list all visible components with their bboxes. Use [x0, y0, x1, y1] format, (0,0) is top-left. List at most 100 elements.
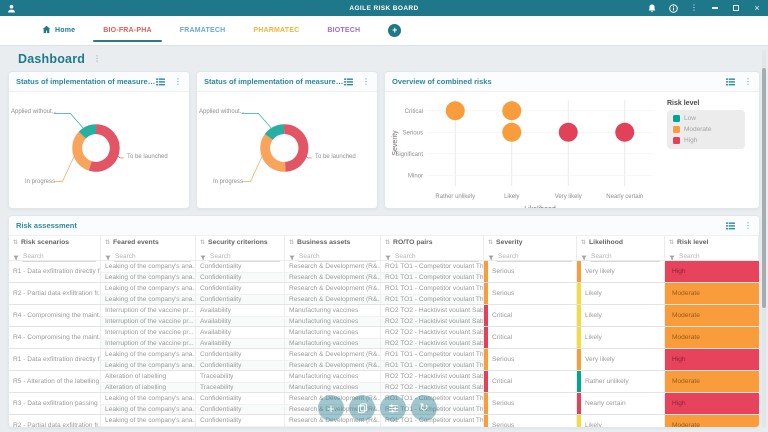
table-icon[interactable] — [726, 217, 735, 235]
roto-pair-cell: RO2 TO2 - Hacktivist voulant Sab... — [381, 305, 484, 316]
security-criterion-cell: Confidentiality — [196, 283, 285, 294]
kebab-menu-icon[interactable]: ⋮ — [744, 78, 752, 86]
refresh-fab[interactable]: ↻ — [411, 395, 437, 421]
sort-icon: ⇅ — [488, 239, 493, 246]
bell-icon[interactable] — [647, 3, 657, 13]
column-header-feared-events[interactable]: ⇅Feared events — [101, 236, 196, 248]
tab-bio-fra-pha[interactable]: BIO-FRA-PHA — [89, 16, 165, 45]
donut-panel-1: Status of implementation of measures at … — [8, 71, 190, 209]
severity-cell: Serious — [484, 393, 577, 414]
add-tab-button[interactable]: + — [388, 24, 401, 37]
business-asset-cell: Manufacturing vaccines — [285, 305, 381, 316]
feared-event-cell: Leaking of the company's ana... — [101, 283, 196, 294]
kebab-menu-icon[interactable]: ⋮ — [362, 78, 370, 86]
column-header-severity[interactable]: ⇅Severity — [484, 236, 577, 248]
sliders-fab[interactable] — [380, 395, 406, 421]
copy-icon — [357, 403, 368, 414]
tab-pharmatec[interactable]: PHARMATEC — [239, 16, 313, 45]
donut-chart: To be launchedIn progressApplied without… — [197, 92, 377, 208]
app-window: AGILE RISK BOARD ⋮ × Home BIO-FRA-PHA FR… — [0, 0, 768, 432]
security-criterion-cell: Confidentiality — [196, 294, 285, 305]
table-icon[interactable] — [344, 73, 353, 91]
tab-label: BIOTECH — [327, 27, 360, 34]
feared-event-cell: Leaking of the company's ana... — [101, 404, 196, 415]
info-icon[interactable] — [668, 3, 678, 13]
risk-level-cell: Moderate — [665, 415, 759, 427]
security-criterion-cell: Availability — [196, 338, 285, 349]
tab-label: PHARMATEC — [253, 27, 299, 34]
table-row-group[interactable]: R1 - Data exfiltration directly fr...Lea… — [9, 261, 759, 282]
roto-pair-cell: RO2 TO2 - Hacktivist voulant Sab... — [381, 327, 484, 338]
bubble-panel: Overview of combined risks ⋮ Rather unli… — [384, 71, 760, 209]
severity-cell: Serious — [484, 261, 577, 282]
home-icon — [42, 25, 51, 36]
table-row-group[interactable]: R4 - Compromising the maint...Interrupti… — [9, 326, 759, 348]
page-title: Dashboard — [18, 52, 85, 66]
table-row-group[interactable]: R4 - Compromising the maint...Interrupti… — [9, 304, 759, 326]
add-fab[interactable]: + — [318, 395, 344, 421]
donut-label: Applied without... — [11, 109, 57, 115]
risk-assessment-panel: Risk assessment ⋮ ⇅Risk scenarios⇅Feared… — [8, 215, 760, 428]
table-row-group[interactable]: R2 - Partial data exfiltration fr...Leak… — [9, 282, 759, 304]
business-asset-cell: Research & Development (R&... — [285, 272, 381, 283]
copy-fab[interactable] — [349, 395, 375, 421]
risk-level-cell: High — [665, 261, 759, 282]
table-icon[interactable] — [156, 73, 165, 91]
severity-accent — [484, 305, 488, 326]
severity-cell: Critical — [484, 305, 577, 326]
likelihood-cell: Likely — [577, 283, 665, 304]
legend-title: Risk level — [667, 100, 745, 107]
svg-text:Very likely: Very likely — [555, 194, 582, 200]
tab-home[interactable]: Home — [28, 16, 89, 45]
svg-text:Significant: Significant — [395, 152, 423, 158]
column-header-ro-to-pairs[interactable]: ⇅RO/TO pairs — [381, 236, 484, 248]
risk-scenario-cell: R1 - Data exfiltration directly fr... — [9, 349, 101, 370]
risk-scenario-cell: R2 - Partial data exfiltration fr... — [9, 283, 101, 304]
svg-text:Minor: Minor — [408, 173, 423, 179]
column-header-security-criterions[interactable]: ⇅Security criterions — [196, 236, 285, 248]
risk-scenario-cell: R4 - Compromising the maint... — [9, 327, 101, 348]
scrollbar-track[interactable] — [762, 50, 766, 428]
kebab-menu-icon[interactable]: ⋮ — [744, 222, 752, 230]
table-row-group[interactable]: R5 - Alteration of the labellingAlterati… — [9, 370, 759, 392]
sort-icon: ⇅ — [289, 239, 294, 246]
feared-event-cell: Leaking of the company's ana... — [101, 261, 196, 272]
tab-label: BIO-FRA-PHA — [103, 27, 151, 34]
severity-accent — [484, 415, 488, 427]
tab-label: FRAMATECH — [180, 27, 226, 34]
maximize-icon[interactable] — [731, 3, 741, 13]
risk-level-cell: Moderate — [665, 371, 759, 392]
kebab-menu-icon[interactable]: ⋮ — [174, 78, 182, 86]
kebab-menu-icon[interactable]: ⋮ — [689, 3, 699, 13]
moderate-chip — [673, 126, 680, 133]
table-icon[interactable] — [726, 73, 735, 91]
refresh-icon: ↻ — [419, 402, 428, 415]
business-asset-cell: Research & Development (R&... — [285, 360, 381, 371]
feared-event-cell: Alteration of labelling — [101, 371, 196, 382]
column-header-risk-level[interactable]: ⇅Risk level — [665, 236, 759, 248]
column-header-likelihood[interactable]: ⇅Likelihood — [577, 236, 665, 248]
security-criterion-cell: Availability — [196, 305, 285, 316]
severity-accent — [484, 393, 488, 414]
feared-event-cell: Alteration of labelling — [101, 382, 196, 393]
column-header-risk-scenarios[interactable]: ⇅Risk scenarios — [9, 236, 101, 248]
panel-title: Overview of combined risks — [392, 77, 492, 86]
tab-biotech[interactable]: BIOTECH — [313, 16, 374, 45]
panel-title: Status of implementation of measures at … — [16, 77, 156, 86]
scrollbar-thumb[interactable] — [762, 68, 766, 308]
likelihood-accent — [577, 327, 581, 348]
roto-pair-cell: RO2 TO2 - Hacktivist voulant Sab... — [381, 382, 484, 393]
column-header-business-assets[interactable]: ⇅Business assets — [285, 236, 381, 248]
sort-icon: ⇅ — [581, 239, 586, 246]
table-row-group[interactable]: R1 - Data exfiltration directly fr...Lea… — [9, 348, 759, 370]
risk-scenario-cell: R1 - Data exfiltration directly fr... — [9, 261, 101, 282]
severity-cell: Serious — [484, 283, 577, 304]
tab-framatech[interactable]: FRAMATECH — [166, 16, 240, 45]
minimize-icon[interactable] — [710, 3, 720, 13]
risk-level-cell: Moderate — [665, 283, 759, 304]
roto-pair-cell: RO2 TO2 - Hacktivist voulant Sab... — [381, 316, 484, 327]
page-kebab-icon[interactable]: ⋮ — [93, 55, 101, 63]
business-asset-cell: Research & Development (R&... — [285, 294, 381, 305]
close-icon[interactable]: × — [752, 3, 762, 13]
security-criterion-cell: Confidentiality — [196, 415, 285, 426]
